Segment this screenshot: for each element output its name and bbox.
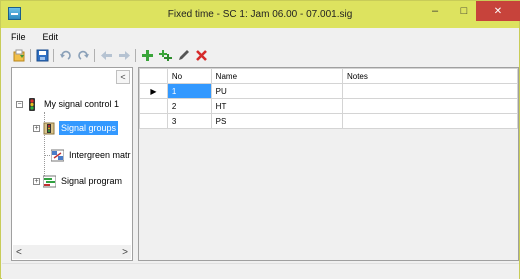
row-header[interactable]: [139, 113, 168, 129]
row-header[interactable]: [139, 98, 168, 114]
tree-item-intergreen-matrix[interactable]: Intergreen matr: [43, 147, 133, 163]
menu-edit[interactable]: Edit: [34, 32, 67, 42]
tree-item-signal-groups[interactable]: + Signal groups: [33, 120, 119, 136]
cell-notes[interactable]: [341, 83, 519, 99]
signal-groups-icon: [43, 122, 55, 135]
tree-root[interactable]: − My signal control 1: [16, 96, 121, 112]
open-icon[interactable]: [12, 48, 26, 62]
toolbar: [2, 46, 519, 64]
tree-item-label: Signal groups: [59, 121, 119, 135]
tree-item-signal-program[interactable]: + Signal program: [33, 173, 124, 189]
redo-icon[interactable]: [76, 48, 90, 62]
cell-no[interactable]: 2: [166, 98, 212, 114]
data-table: No Name Notes ▶ 1 PU 2 HT 3 PS: [139, 68, 519, 129]
edit-icon[interactable]: [176, 48, 190, 62]
tree-item-label: Signal program: [61, 176, 123, 186]
menu-file[interactable]: File: [2, 32, 34, 42]
table-row[interactable]: ▶ 1 PU: [139, 83, 519, 99]
tree-panel: < − My signal control 1 + Signal groups …: [11, 67, 133, 261]
horizontal-scrollbar[interactable]: < >: [13, 245, 131, 259]
expand-toggle-icon[interactable]: +: [33, 177, 40, 185]
column-header-notes[interactable]: Notes: [341, 68, 519, 84]
table-row[interactable]: 2 HT: [139, 98, 519, 114]
status-bar: [2, 263, 519, 279]
duplicate-icon[interactable]: [158, 48, 172, 62]
cell-name[interactable]: HT: [210, 98, 343, 114]
row-header-corner[interactable]: [139, 68, 168, 84]
cell-no[interactable]: 3: [166, 113, 212, 129]
signal-program-icon: [42, 175, 57, 188]
move-right-icon[interactable]: [117, 48, 131, 62]
toolbar-separator: [135, 48, 136, 62]
save-icon[interactable]: [35, 48, 49, 62]
app-window: Fixed time - SC 1: Jam 06.00 - 07.001.si…: [0, 0, 520, 279]
title-bar[interactable]: Fixed time - SC 1: Jam 06.00 - 07.001.si…: [1, 1, 520, 28]
undo-icon[interactable]: [58, 48, 72, 62]
signal-groups-grid: No Name Notes ▶ 1 PU 2 HT 3 PS: [138, 67, 519, 261]
tree-root-label: My signal control 1: [44, 99, 120, 109]
toolbar-separator: [30, 48, 31, 62]
scroll-right-button[interactable]: >: [122, 247, 128, 258]
maximize-button[interactable]: □: [450, 1, 478, 21]
collapse-panel-button[interactable]: <: [116, 70, 130, 84]
cell-name[interactable]: PS: [210, 113, 343, 129]
expand-toggle-icon[interactable]: +: [33, 124, 40, 132]
intergreen-matrix-icon: [50, 149, 65, 162]
toolbar-separator: [53, 48, 54, 62]
table-row[interactable]: 3 PS: [139, 113, 519, 129]
column-header-no[interactable]: No: [166, 68, 212, 84]
cell-notes[interactable]: [341, 113, 519, 129]
table-header-row: No Name Notes: [139, 68, 519, 84]
scroll-left-button[interactable]: <: [16, 247, 22, 258]
current-row-indicator-icon[interactable]: ▶: [139, 83, 168, 99]
cell-notes[interactable]: [341, 98, 519, 114]
traffic-light-icon: [26, 98, 38, 111]
toolbar-separator: [94, 48, 95, 62]
cell-name[interactable]: PU: [210, 83, 343, 99]
cell-no[interactable]: 1: [166, 83, 212, 99]
move-left-icon[interactable]: [99, 48, 113, 62]
column-header-name[interactable]: Name: [210, 68, 343, 84]
delete-icon[interactable]: [194, 48, 208, 62]
add-icon[interactable]: [140, 48, 154, 62]
tree-item-label: Intergreen matr: [69, 150, 131, 160]
minimize-button[interactable]: –: [421, 1, 449, 21]
close-button[interactable]: ✕: [476, 1, 520, 21]
menu-bar: File Edit: [2, 29, 519, 45]
collapse-toggle-icon[interactable]: −: [16, 100, 23, 108]
